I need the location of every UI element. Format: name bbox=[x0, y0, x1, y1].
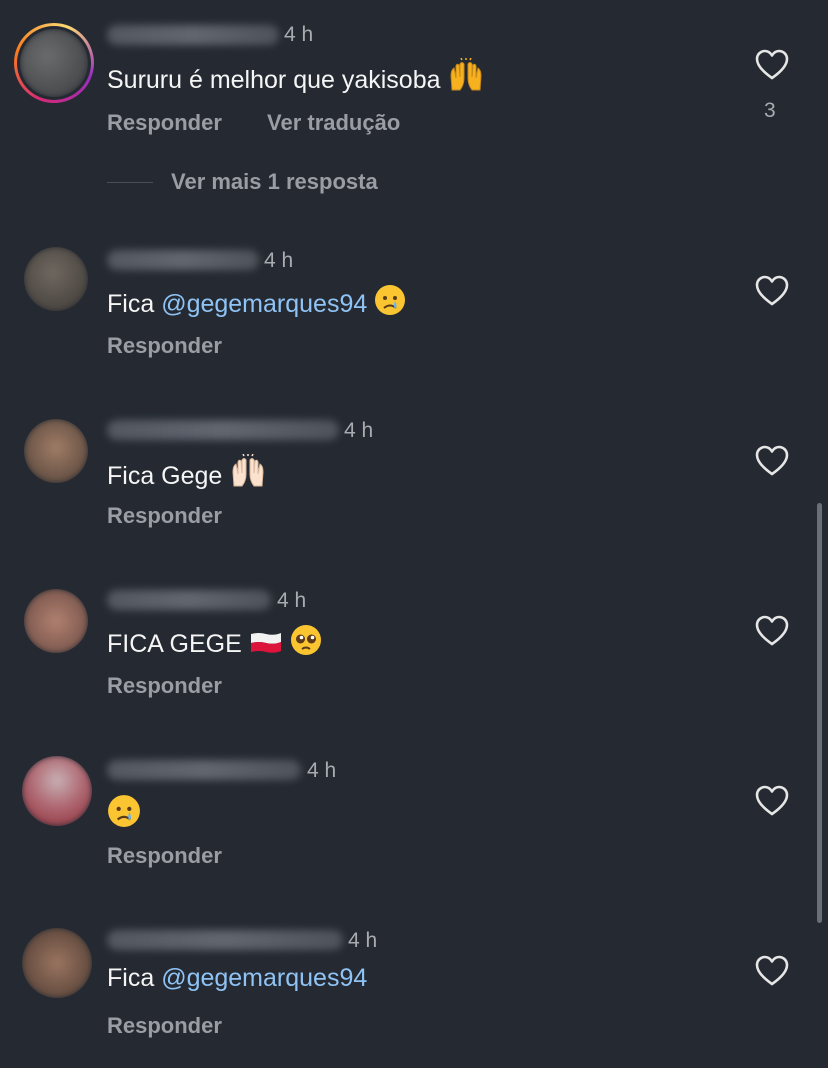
avatar[interactable] bbox=[22, 756, 92, 826]
avatar bbox=[20, 29, 88, 97]
comment-text: FICA GEGE bbox=[107, 624, 322, 659]
reply-button[interactable]: Responder bbox=[107, 1013, 222, 1039]
reply-button[interactable]: Responder bbox=[107, 110, 222, 136]
story-ring[interactable] bbox=[14, 23, 94, 103]
heart-icon[interactable] bbox=[755, 615, 789, 647]
scrollbar[interactable] bbox=[817, 503, 822, 923]
mention-link[interactable]: @gegemarques94 bbox=[161, 290, 367, 318]
view-more-replies-button[interactable]: Ver mais 1 resposta bbox=[171, 169, 378, 195]
comment-time: 4 h bbox=[277, 589, 307, 612]
username-blurred[interactable] bbox=[107, 590, 271, 610]
heart-icon[interactable] bbox=[755, 445, 789, 477]
translate-button[interactable]: Ver tradução bbox=[267, 110, 400, 136]
avatar[interactable] bbox=[24, 589, 88, 653]
poland-flag-emoji bbox=[250, 633, 281, 653]
reply-button[interactable]: Responder bbox=[107, 673, 222, 699]
comment-text: Sururu é melhor que yakisoba bbox=[107, 58, 485, 95]
like-count: 3 bbox=[764, 99, 776, 122]
comment-time: 4 h bbox=[264, 249, 294, 272]
comment-time: 4 h bbox=[348, 929, 378, 952]
username-blurred[interactable] bbox=[107, 250, 259, 270]
username-blurred[interactable] bbox=[107, 420, 339, 440]
heart-icon[interactable] bbox=[755, 49, 789, 81]
heart-icon[interactable] bbox=[755, 785, 789, 817]
avatar[interactable] bbox=[24, 247, 88, 311]
comment-time: 4 h bbox=[284, 23, 314, 46]
comment-text-content: Fica Gege bbox=[107, 462, 223, 490]
comment-text-content: FICA GEGE bbox=[107, 630, 242, 658]
divider-line bbox=[107, 182, 153, 183]
reply-button[interactable]: Responder bbox=[107, 843, 222, 869]
crying-face-emoji bbox=[375, 285, 406, 315]
username-blurred[interactable] bbox=[107, 25, 279, 45]
comment-text-prefix: Fica bbox=[107, 290, 155, 318]
username-blurred[interactable] bbox=[107, 930, 343, 950]
crying-face-emoji bbox=[108, 795, 140, 827]
comment-text: Fica @gegemarques94 bbox=[107, 964, 367, 993]
comment-text-content: Sururu é melhor que yakisoba bbox=[107, 66, 441, 94]
username-blurred[interactable] bbox=[107, 760, 301, 780]
mention-link[interactable]: @gegemarques94 bbox=[161, 964, 367, 992]
comment-text: Fica @gegemarques94 bbox=[107, 284, 406, 319]
raising-hands-emoji bbox=[232, 454, 264, 487]
reply-button[interactable]: Responder bbox=[107, 503, 222, 529]
comment-text-prefix: Fica bbox=[107, 964, 155, 992]
pleading-face-emoji bbox=[290, 625, 321, 655]
heart-icon[interactable] bbox=[755, 955, 789, 987]
comment-time: 4 h bbox=[344, 419, 374, 442]
comment-text bbox=[107, 794, 141, 831]
comment-text: Fica Gege bbox=[107, 454, 267, 491]
avatar[interactable] bbox=[22, 928, 92, 998]
avatar[interactable] bbox=[24, 419, 88, 483]
raising-hands-emoji bbox=[450, 58, 482, 91]
reply-button[interactable]: Responder bbox=[107, 333, 222, 359]
heart-icon[interactable] bbox=[755, 275, 789, 307]
comment-time: 4 h bbox=[307, 759, 337, 782]
